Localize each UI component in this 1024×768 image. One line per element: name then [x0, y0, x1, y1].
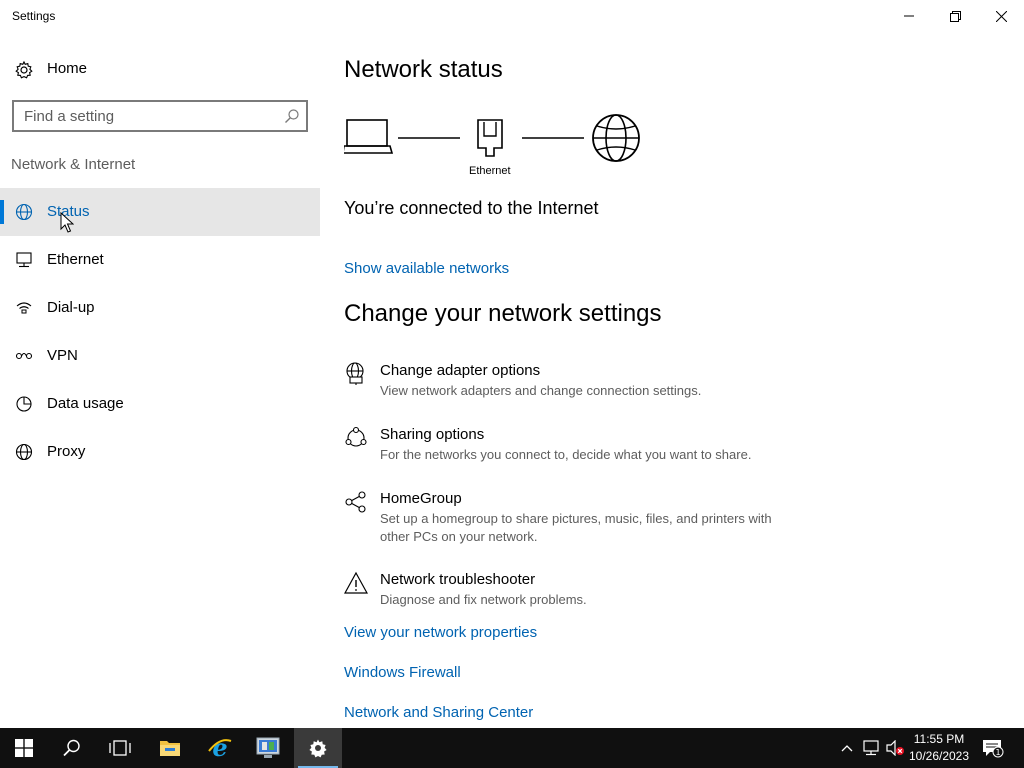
windows-logo-icon	[15, 739, 33, 757]
task-view-button[interactable]	[96, 728, 144, 768]
option-desc: For the networks you connect to, decide …	[380, 447, 752, 462]
option-title: Network troubleshooter	[380, 571, 536, 588]
active-indicator	[0, 200, 4, 224]
proxy-globe-icon	[15, 443, 33, 461]
volume-tray-button[interactable]	[884, 728, 906, 768]
clock[interactable]: 11:55 PM 10/26/2023	[904, 728, 974, 768]
change-settings-heading: Change your network settings	[344, 300, 662, 327]
ethernet-icon	[16, 252, 32, 268]
gear-icon	[309, 739, 327, 758]
sidebar-home-label: Home	[47, 60, 88, 77]
sidebar-item-vpn[interactable]: VPN	[0, 332, 320, 380]
action-center-button[interactable]: 1	[978, 728, 1008, 768]
notification-icon: 1	[983, 740, 1004, 758]
ethernet-port-icon	[477, 119, 503, 157]
folder-icon	[160, 741, 180, 756]
svg-text:e: e	[212, 735, 227, 761]
gear-icon	[15, 60, 33, 79]
option-desc: Set up a homegroup to share pictures, mu…	[380, 511, 772, 544]
sidebar-item-label: VPN	[47, 347, 78, 364]
clock-time: 11:55 PM	[913, 732, 965, 746]
search-placeholder: Find a setting	[24, 108, 115, 125]
dialup-icon	[16, 302, 32, 314]
change-adapter-options[interactable]: Change adapter options View network adap…	[344, 362, 804, 402]
close-button[interactable]	[978, 0, 1024, 32]
sidebar: Home Find a setting Network & Internet S…	[0, 32, 320, 728]
connection-status: You’re connected to the Internet	[344, 198, 599, 218]
show-hidden-icons-button[interactable]	[838, 728, 856, 768]
network-troubleshooter[interactable]: Network troubleshooter Diagnose and fix …	[344, 571, 804, 611]
notification-count: 1	[995, 748, 1000, 757]
taskbar-search-button[interactable]	[48, 728, 96, 768]
server-manager-button[interactable]	[244, 728, 292, 768]
sidebar-item-dialup[interactable]: Dial-up	[0, 284, 320, 332]
globe-icon	[15, 203, 33, 221]
adapter-icon	[346, 362, 364, 385]
title-bar: Settings	[0, 0, 1024, 32]
option-desc: Diagnose and fix network problems.	[380, 592, 587, 607]
show-available-networks-link[interactable]: Show available networks	[344, 260, 509, 277]
settings-taskbar-button[interactable]	[294, 728, 342, 768]
network-sharing-center-link[interactable]: Network and Sharing Center	[344, 704, 533, 721]
laptop-icon	[344, 119, 394, 154]
main-content: Network status Ethernet You’re connected…	[344, 32, 1024, 728]
task-view-icon	[109, 740, 131, 756]
option-desc: View network adapters and change connect…	[380, 383, 702, 398]
option-title: Sharing options	[380, 426, 485, 443]
clock-date: 10/26/2023	[908, 749, 970, 763]
file-explorer-button[interactable]	[146, 728, 194, 768]
data-usage-icon	[16, 396, 32, 412]
sidebar-item-ethernet[interactable]: Ethernet	[0, 236, 320, 284]
vpn-icon	[15, 352, 33, 360]
option-title: HomeGroup	[380, 490, 462, 507]
page-title: Network status	[344, 56, 503, 83]
sidebar-item-label: Dial-up	[47, 299, 95, 316]
start-button[interactable]	[0, 728, 48, 768]
window-title: Settings	[12, 9, 56, 23]
sidebar-item-label: Ethernet	[47, 251, 104, 268]
search-icon	[63, 739, 80, 757]
homegroup-icon	[345, 491, 366, 513]
restore-button[interactable]	[932, 0, 978, 32]
search-icon	[285, 109, 299, 123]
internet-explorer-button[interactable]: e	[196, 728, 244, 768]
settings-window: Settings Home Find a setting Network & I	[0, 0, 1024, 728]
restore-icon	[949, 10, 961, 22]
homegroup-option[interactable]: HomeGroup Set up a homegroup to share pi…	[344, 490, 804, 548]
windows-firewall-link[interactable]: Windows Firewall	[344, 664, 461, 681]
close-icon	[995, 10, 1007, 22]
sidebar-item-label: Data usage	[47, 395, 124, 412]
taskbar: e 11:55 PM 10/26/2023 1	[0, 728, 1024, 768]
search-input[interactable]: Find a setting	[12, 100, 308, 132]
sidebar-item-data-usage[interactable]: Data usage	[0, 380, 320, 428]
server-manager-icon	[256, 737, 280, 758]
minimize-icon	[904, 15, 914, 17]
sidebar-item-status[interactable]: Status	[0, 188, 320, 236]
option-title: Change adapter options	[380, 362, 541, 379]
internet-explorer-icon: e	[208, 735, 232, 761]
mouse-cursor-icon	[60, 212, 74, 233]
sharing-icon	[345, 426, 367, 447]
view-network-properties-link[interactable]: View your network properties	[344, 624, 537, 641]
volume-muted-icon	[886, 740, 904, 756]
internet-globe-icon	[592, 114, 640, 162]
chevron-up-icon	[841, 745, 853, 752]
sidebar-home[interactable]: Home	[0, 52, 320, 88]
section-label: Network & Internet	[11, 156, 136, 173]
network-tray-button[interactable]	[860, 728, 882, 768]
warning-icon	[344, 571, 368, 594]
sidebar-item-proxy[interactable]: Proxy	[0, 428, 320, 476]
network-tray-icon	[863, 740, 879, 756]
sharing-options[interactable]: Sharing options For the networks you con…	[344, 426, 804, 466]
minimize-button[interactable]	[886, 0, 932, 32]
sidebar-item-label: Proxy	[47, 443, 86, 460]
diagram-ethernet-label: Ethernet	[469, 165, 511, 177]
